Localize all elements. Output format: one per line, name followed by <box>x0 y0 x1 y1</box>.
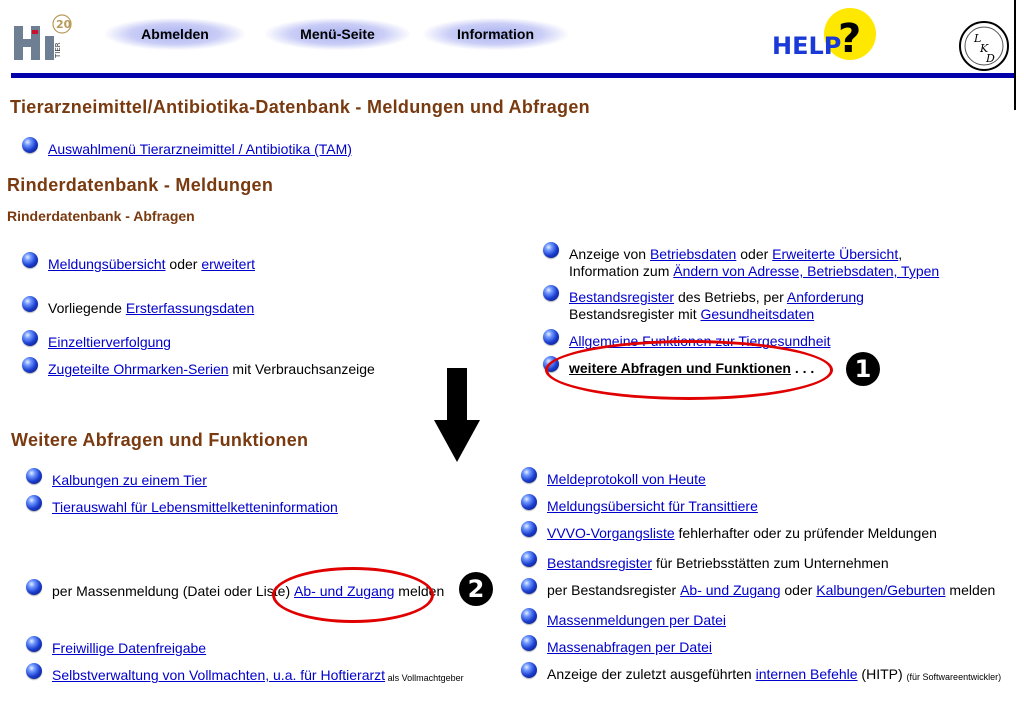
datenfreigabe-link[interactable]: Freiwillige Datenfreigabe <box>52 640 206 657</box>
svg-text:20: 20 <box>56 18 72 31</box>
ersterfassungsdaten-link[interactable]: Ersterfassungsdaten <box>126 300 254 317</box>
highlight-ellipse-2 <box>272 567 434 623</box>
annotation-number-2: 2 <box>459 572 493 606</box>
list-item: Freiwillige Datenfreigabe <box>26 636 206 657</box>
bullet-icon <box>521 635 537 651</box>
list-item: Bestandsregister des Betriebs, per Anfor… <box>543 285 864 323</box>
bullet-icon <box>521 551 537 567</box>
bullet-icon <box>22 137 38 153</box>
bullet-icon <box>521 521 537 537</box>
bullet-icon <box>26 495 42 511</box>
svg-text:D: D <box>985 52 995 65</box>
highlight-ellipse-1 <box>545 340 833 400</box>
bullet-icon <box>521 494 537 510</box>
bullet-icon <box>22 296 38 312</box>
list-item: per Bestandsregister Ab- und Zugang oder… <box>521 578 995 599</box>
vollmachten-link[interactable]: Selbstverwaltung von Vollmachten, u.a. f… <box>52 667 385 684</box>
nav-information[interactable]: Information <box>423 18 568 50</box>
nav-menue-seite[interactable]: Menü-Seite <box>265 18 410 50</box>
nav-abmelden[interactable]: Abmelden <box>105 18 245 50</box>
list-item: Meldungsübersicht für Transittiere <box>521 494 758 515</box>
svg-text:?: ? <box>838 16 861 62</box>
list-item: VVVO-Vorgangsliste fehlerhafter oder zu … <box>521 521 937 542</box>
list-item: Vorliegende Ersterfassungsdaten <box>22 296 254 317</box>
list-item: Anzeige der zuletzt ausgeführten interne… <box>521 662 1001 686</box>
anforderung-link[interactable]: Anforderung <box>787 289 864 305</box>
kalbungen-tier-link[interactable]: Kalbungen zu einem Tier <box>52 472 207 489</box>
meldungsuebersicht-link[interactable]: Meldungsübersicht <box>48 256 166 273</box>
bullet-icon <box>26 636 42 652</box>
erweitert-link[interactable]: erweitert <box>201 256 255 273</box>
bullet-icon <box>543 285 559 301</box>
ab-zugang-bestandsregister-link[interactable]: Ab- und Zugang <box>680 582 780 599</box>
list-item: Auswahlmenü Tierarzneimittel / Antibioti… <box>22 137 352 158</box>
list-item: Massenmeldungen per Datei <box>521 608 726 629</box>
meldeprotokoll-link[interactable]: Meldeprotokoll von Heute <box>547 471 706 488</box>
einzeltierverfolgung-link[interactable]: Einzeltierverfolgung <box>48 334 171 351</box>
bestandsregister-unternehmen-link[interactable]: Bestandsregister <box>547 555 652 572</box>
list-item: Meldeprotokoll von Heute <box>521 467 706 488</box>
tam-link[interactable]: Auswahlmenü Tierarzneimittel / Antibioti… <box>48 141 352 158</box>
bullet-icon <box>521 608 537 624</box>
header-rule <box>11 73 1014 78</box>
vvvo-link[interactable]: VVVO-Vorgangsliste <box>547 525 675 542</box>
interne-befehle-link[interactable]: internen Befehle <box>756 666 858 683</box>
bullet-icon <box>521 578 537 594</box>
bullet-icon <box>521 467 537 483</box>
tam-title: Tierarzneimittel/Antibiotika-Datenbank -… <box>10 97 590 117</box>
bullet-icon <box>26 468 42 484</box>
bestandsregister-link[interactable]: Bestandsregister <box>569 289 674 305</box>
annotation-number-1: 1 <box>846 352 880 386</box>
bullet-icon <box>22 252 38 268</box>
kalbungen-geburten-link[interactable]: Kalbungen/Geburten <box>816 582 945 599</box>
rind-subtitle: Rinderdatenbank - Abfragen <box>7 208 195 224</box>
svg-text:HELP: HELP <box>772 32 841 60</box>
tierauswahl-link[interactable]: Tierauswahl für Lebensmittelketteninform… <box>52 499 338 516</box>
bullet-icon <box>26 663 42 679</box>
bullet-icon <box>543 329 559 345</box>
list-item: Bestandsregister für Betriebsstätten zum… <box>521 551 889 572</box>
help-button[interactable]: ? HELP <box>770 8 880 64</box>
ohrmarken-link[interactable]: Zugeteilte Ohrmarken-Serien <box>48 361 229 378</box>
rind-title: Rinderdatenbank - Meldungen <box>7 175 274 195</box>
hi-tier-logo[interactable]: TIER 20 <box>12 12 74 64</box>
down-arrow-icon <box>434 368 480 462</box>
massenabfragen-link[interactable]: Massenabfragen per Datei <box>547 639 712 656</box>
list-item: Kalbungen zu einem Tier <box>26 468 207 489</box>
transittiere-link[interactable]: Meldungsübersicht für Transittiere <box>547 498 758 515</box>
svg-text:TIER: TIER <box>54 42 62 59</box>
right-border <box>1014 0 1016 110</box>
bullet-icon <box>26 579 42 595</box>
logo-graphic: TIER 20 <box>14 14 72 60</box>
bullet-icon <box>22 330 38 346</box>
help-icon: ? HELP <box>772 8 876 62</box>
bullet-icon <box>543 242 559 258</box>
lkd-logo[interactable]: L K D <box>958 20 1010 72</box>
list-item: Tierauswahl für Lebensmittelketteninform… <box>26 495 338 516</box>
list-item: Zugeteilte Ohrmarken-Serien mit Verbrauc… <box>22 357 375 378</box>
erweiterte-uebersicht-link[interactable]: Erweiterte Übersicht <box>772 246 898 262</box>
betriebsdaten-link[interactable]: Betriebsdaten <box>650 246 736 262</box>
list-item: Einzeltierverfolgung <box>22 330 171 351</box>
list-item: Anzeige von Betriebsdaten oder Erweitert… <box>543 242 939 280</box>
list-item: Massenabfragen per Datei <box>521 635 712 656</box>
aendern-adresse-link[interactable]: Ändern von Adresse, Betriebsdaten, Typen <box>673 263 939 279</box>
list-item: Selbstverwaltung von Vollmachten, u.a. f… <box>26 663 464 687</box>
massenmeldungen-link[interactable]: Massenmeldungen per Datei <box>547 612 726 629</box>
lkd-seal-icon: L K D <box>959 21 1009 71</box>
weitere-title: Weitere Abfragen und Funktionen <box>11 430 309 450</box>
gesundheitsdaten-link[interactable]: Gesundheitsdaten <box>701 306 815 322</box>
bullet-icon <box>22 357 38 373</box>
list-item: Meldungsübersicht oder erweitert <box>22 252 255 273</box>
bullet-icon <box>521 662 537 678</box>
